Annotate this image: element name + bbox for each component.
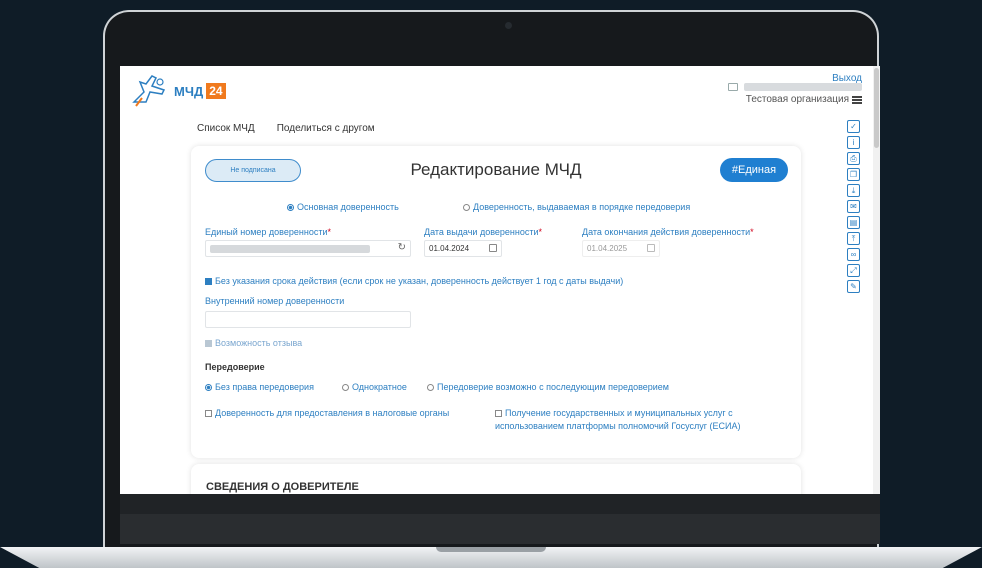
radio-redelegated-poa-label: Доверенность, выдаваемая в порядке перед… [473, 202, 691, 212]
redelegation-title: Передоверие [205, 362, 265, 372]
radio-once[interactable]: Однократное [342, 382, 407, 392]
organization-menu[interactable]: Тестовая организация [746, 94, 862, 105]
radio-no-redelegation[interactable]: Без права передоверия [205, 382, 314, 392]
radio-redelegated-poa[interactable]: Доверенность, выдаваемая в порядке перед… [463, 202, 690, 212]
issue-date-value: 01.04.2024 [429, 244, 470, 253]
radio-dot[interactable] [205, 384, 212, 391]
user-card-icon [728, 83, 738, 91]
radio-once-label: Однократное [352, 382, 407, 392]
tag-badge[interactable]: #Единая [720, 158, 788, 182]
tax-label: Доверенность для предоставления в налого… [215, 408, 450, 418]
issue-date-label: Дата выдачи доверенности* [424, 227, 542, 237]
organization-name: Тестовая организация [745, 94, 849, 105]
document-icon[interactable]: ▤ [847, 216, 860, 229]
required-mark: * [750, 227, 754, 237]
unified-number-field[interactable]: ↻ [205, 240, 411, 257]
info-icon[interactable]: i [847, 136, 860, 149]
radio-dot[interactable] [427, 384, 434, 391]
radio-dot[interactable] [463, 204, 470, 211]
logo-text: МЧД [174, 83, 204, 99]
edit-icon[interactable]: ✎ [847, 280, 860, 293]
required-mark: * [538, 227, 543, 237]
mail-icon[interactable]: ✉ [847, 200, 860, 213]
top-nav: Список МЧД Поделиться с другом [197, 123, 375, 134]
refresh-icon[interactable]: ↻ [398, 242, 406, 253]
logo[interactable]: МЧД 24 [130, 72, 226, 110]
radio-no-redelegation-label: Без права передоверия [215, 382, 314, 392]
scrollbar[interactable] [873, 66, 880, 494]
checkbox[interactable] [205, 410, 212, 417]
radio-main-poa-label: Основная доверенность [297, 202, 399, 212]
screen-bottom-bar [120, 494, 880, 514]
radio-dot[interactable] [287, 204, 294, 211]
revoke-label: Возможность отзыва [215, 338, 303, 348]
checkbox[interactable] [205, 340, 212, 347]
end-date-field[interactable]: 01.04.2025 [582, 240, 660, 257]
download-icon[interactable]: ⤓ [847, 184, 860, 197]
user-name-redacted [744, 83, 862, 91]
webcam [505, 22, 512, 29]
scrollbar-thumb[interactable] [874, 68, 879, 148]
gosuslugi-label-line1: Получение государственных и муниципальны… [505, 408, 733, 418]
internal-number-input[interactable] [205, 311, 411, 328]
principal-section-title: СВЕДЕНИЯ О ДОВЕРИТЕЛЕ [206, 481, 359, 493]
revoke-checkbox[interactable]: Возможность отзыва [205, 338, 302, 348]
upload-icon[interactable]: ⤒ [847, 232, 860, 245]
laptop-notch [436, 547, 546, 552]
screen-chin [120, 514, 880, 544]
end-date-value: 01.04.2025 [587, 244, 628, 253]
no-term-checkbox[interactable]: Без указания срока действия (если срок н… [205, 276, 623, 286]
radio-dot[interactable] [342, 384, 349, 391]
end-date-label: Дата окончания действия доверенности* [582, 227, 754, 237]
check-circle-icon[interactable]: ✓ [847, 120, 860, 133]
link-icon[interactable]: ∞ [847, 248, 860, 261]
unified-number-label: Единый номер доверенности* [205, 227, 331, 237]
edit-form-card: Не подписана Редактирование МЧД #Единая … [191, 146, 801, 458]
unified-number-label-text: Единый номер доверенности [205, 227, 328, 237]
radio-multiple[interactable]: Передоверие возможно с последующим перед… [427, 382, 669, 392]
required-mark: * [327, 227, 331, 237]
user-info [728, 83, 862, 91]
logo-number: 24 [206, 83, 226, 99]
calendar-icon[interactable] [489, 244, 497, 252]
checkbox[interactable] [205, 278, 212, 285]
nav-item-mchd-list[interactable]: Список МЧД [197, 123, 255, 134]
checkbox[interactable] [495, 410, 502, 417]
print-icon[interactable]: ⎙ [847, 152, 860, 165]
gosuslugi-label-line2: использованием платформы полномочий Госу… [495, 421, 741, 431]
action-toolbar: ✓ i ⎙ ❐ ⤓ ✉ ▤ ⤒ ∞ ⤢ ✎ [847, 120, 860, 293]
airplane-logo-icon [132, 75, 166, 107]
page-title: Редактирование МЧД [410, 160, 582, 179]
radio-multiple-label: Передоверие возможно с последующим перед… [437, 382, 669, 392]
copy-icon[interactable]: ❐ [847, 168, 860, 181]
issue-date-label-text: Дата выдачи доверенности [424, 227, 539, 237]
app-screen: МЧД 24 Выход Тестовая организация Список… [120, 66, 880, 494]
issue-date-field[interactable]: 01.04.2024 [424, 240, 502, 257]
gosuslugi-checkbox[interactable]: Получение государственных и муниципальны… [495, 408, 733, 418]
nav-item-share[interactable]: Поделиться с другом [277, 123, 375, 134]
end-date-label-text: Дата окончания действия доверенности [582, 227, 751, 237]
no-term-label: Без указания срока действия (если срок н… [215, 276, 624, 286]
fullscreen-icon[interactable]: ⤢ [847, 264, 860, 277]
calendar-icon[interactable] [647, 244, 655, 252]
tax-checkbox[interactable]: Доверенность для предоставления в налого… [205, 408, 449, 418]
radio-main-poa[interactable]: Основная доверенность [287, 202, 399, 212]
unified-number-redacted [210, 245, 370, 253]
principal-section: СВЕДЕНИЯ О ДОВЕРИТЕЛЕ [191, 464, 801, 494]
internal-number-label: Внутренний номер доверенности [205, 296, 345, 306]
hamburger-menu-icon[interactable] [852, 95, 862, 104]
